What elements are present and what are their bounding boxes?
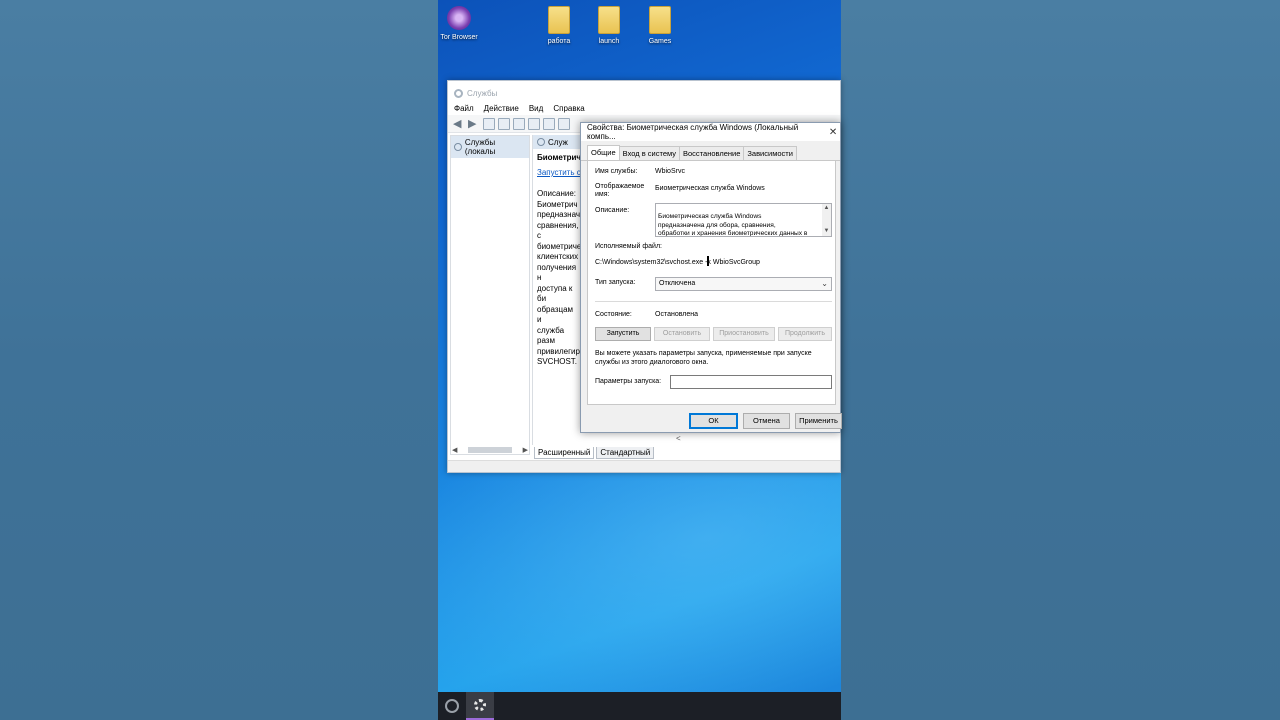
desktop-icon-label: launch	[598, 38, 620, 45]
tree-item-label: Службы (локалы	[464, 138, 496, 156]
scroll-down-icon[interactable]: ▼	[824, 227, 830, 236]
menu-view[interactable]: Вид	[529, 104, 543, 113]
description-value: Биометрическая служба Windows предназнач…	[658, 212, 808, 237]
startup-type-select[interactable]: Отключена ⌄	[655, 277, 832, 291]
divider	[595, 301, 832, 302]
cancel-button[interactable]: Отмена	[743, 413, 790, 429]
general-tab-body: Имя службы: WbioSrvc Отображаемое имя: Б…	[587, 161, 836, 405]
tab-dependencies[interactable]: Зависимости	[743, 146, 797, 160]
tab-general[interactable]: Общие	[587, 145, 620, 160]
letterbox-right	[841, 0, 1280, 720]
display-name-value: Биометрическая служба Windows	[655, 185, 765, 192]
view-tabs: Расширенный Стандартный	[534, 447, 655, 459]
gear-icon	[474, 699, 486, 711]
file-icon	[598, 6, 620, 34]
letterbox-left	[0, 0, 438, 720]
tor-browser-icon	[447, 6, 471, 30]
status-label: Состояние:	[595, 311, 632, 318]
desktop-icon-label: Games	[648, 38, 672, 45]
stop-button[interactable]: Остановить	[654, 327, 710, 341]
menu-file[interactable]: Файл	[454, 104, 474, 113]
desktop-icon-label: работа	[547, 38, 571, 45]
console-tree-icon[interactable]	[483, 117, 495, 130]
display-name-label: Отображаемое имя:	[595, 183, 645, 198]
menu-help[interactable]: Справка	[553, 104, 584, 113]
properties-dialog: Свойства: Биометрическая служба Windows …	[580, 122, 842, 433]
taskbar-services-app[interactable]	[466, 692, 494, 720]
description-textbox[interactable]: Биометрическая служба Windows предназнач…	[655, 203, 832, 237]
resume-button[interactable]: Продолжить	[778, 327, 832, 341]
taskbar	[438, 692, 841, 720]
tree-horizontal-scrollbar[interactable]: ◀ ▶	[450, 445, 530, 455]
services-title-bar[interactable]: Службы	[448, 81, 840, 101]
forward-arrow-icon[interactable]: ▶	[468, 118, 480, 130]
properties-icon[interactable]	[498, 117, 510, 130]
service-name-label: Имя службы:	[595, 168, 638, 175]
exec-file-value: C:\Windows\system32\svchost.exe -k WbioS…	[595, 259, 760, 266]
pause-button[interactable]: Приостановить	[713, 327, 775, 341]
close-icon[interactable]: ✕	[826, 127, 840, 138]
desktop-icon-tor-browser[interactable]: Tor Browser	[438, 6, 484, 41]
chevron-down-icon: ⌄	[821, 279, 828, 288]
detail-header-label: Служ	[548, 137, 568, 147]
service-name-value: WbioSrvc	[655, 168, 685, 175]
tab-standard[interactable]: Стандартный	[596, 447, 655, 459]
scroll-right-icon[interactable]: ▶	[523, 446, 528, 454]
services-gear-icon	[454, 88, 463, 98]
back-arrow-icon[interactable]: ◀	[453, 118, 465, 130]
menu-action[interactable]: Действие	[484, 104, 519, 113]
services-icon	[537, 138, 545, 146]
dialog-title: Свойства: Биометрическая служба Windows …	[587, 123, 799, 141]
services-title: Службы	[467, 88, 498, 98]
start-icon	[445, 699, 459, 713]
status-bar	[448, 460, 840, 472]
menu-bar: Файл Действие Вид Справка	[448, 101, 840, 115]
start-button[interactable]: Запустить	[595, 327, 651, 341]
view-icon[interactable]	[558, 117, 570, 130]
startup-type-label: Тип запуска:	[595, 279, 636, 286]
dialog-title-bar[interactable]: Свойства: Биометрическая служба Windows …	[581, 123, 840, 141]
exec-file-label: Исполняемый файл:	[595, 243, 662, 250]
desktop-icon-rabota[interactable]: работа	[534, 6, 584, 45]
file-icon	[548, 6, 570, 34]
console-tree: Службы (локалы	[450, 135, 530, 455]
tab-log-on[interactable]: Вход в систему	[618, 146, 680, 160]
tree-item-services-local[interactable]: Службы (локалы	[451, 136, 529, 158]
start-params-label: Параметры запуска:	[595, 378, 662, 385]
start-params-hint: Вы можете указать параметры запуска, при…	[595, 350, 812, 366]
startup-type-value: Отключена	[659, 280, 696, 287]
scroll-left-icon[interactable]: ◀	[452, 446, 457, 454]
ok-button[interactable]: ОК	[689, 413, 738, 429]
desktop-icon-launch[interactable]: launch	[584, 6, 634, 45]
start-params-input[interactable]	[670, 375, 832, 389]
description-scrollbar[interactable]: ▲ ▼	[822, 204, 831, 236]
desktop-icon-games[interactable]: Games	[635, 6, 685, 45]
refresh-icon[interactable]	[513, 117, 525, 130]
dialog-tabs: Общие Вход в систему Восстановление Зави…	[581, 141, 840, 161]
scroll-thumb[interactable]	[468, 447, 512, 453]
text-cursor-icon	[707, 256, 709, 266]
start-button-taskbar[interactable]	[438, 692, 466, 720]
desktop-icon-label: Tor Browser	[440, 34, 478, 41]
tab-extended[interactable]: Расширенный	[534, 447, 595, 459]
folder-icon	[649, 6, 671, 34]
help-icon[interactable]	[543, 117, 555, 130]
services-icon	[454, 143, 462, 151]
status-value: Остановлена	[655, 311, 699, 318]
description-label: Описание:	[595, 207, 630, 214]
tab-recovery[interactable]: Восстановление	[679, 146, 745, 160]
apply-button[interactable]: Применить	[795, 413, 842, 429]
scroll-up-icon[interactable]: ▲	[824, 204, 830, 213]
scroll-left-icon[interactable]: <	[676, 434, 681, 443]
detail-description: Описание: Биометрич предназнач сравнения…	[537, 189, 583, 366]
export-icon[interactable]	[528, 117, 540, 130]
